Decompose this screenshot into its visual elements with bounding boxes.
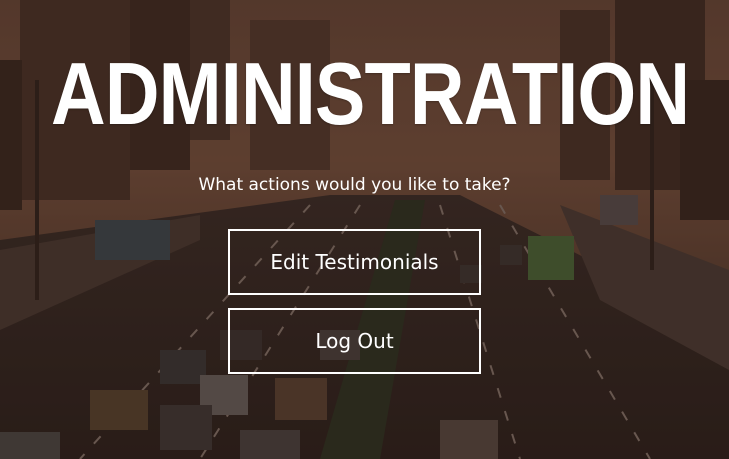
edit-testimonials-button[interactable]: Edit Testimonials	[228, 229, 481, 295]
page-title: ADMINISTRATION	[51, 44, 690, 143]
log-out-button[interactable]: Log Out	[228, 308, 481, 374]
admin-content: ADMINISTRATION What actions would you li…	[0, 0, 729, 459]
page-subtitle: What actions would you like to take?	[198, 175, 511, 195]
admin-page: ADMINISTRATION What actions would you li…	[0, 0, 729, 459]
